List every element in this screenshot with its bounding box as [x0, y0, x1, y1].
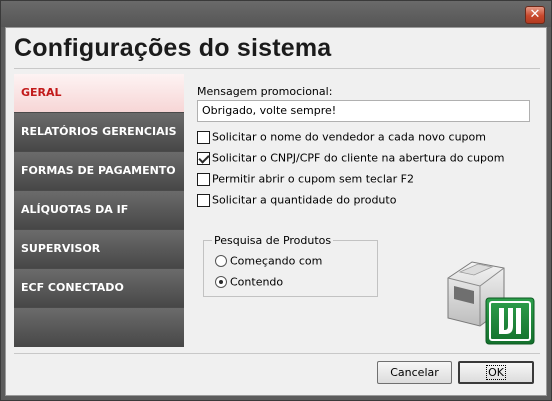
header-divider	[14, 68, 540, 69]
radio-row-contains[interactable]: Contendo	[215, 275, 283, 289]
radio-row-starts-with[interactable]: Começando com	[215, 254, 322, 268]
sidebar-item-label: GERAL	[21, 86, 62, 99]
close-button[interactable]: ✕	[525, 6, 545, 24]
sidebar-item-label: SUPERVISOR	[21, 242, 101, 255]
sidebar-filler	[14, 308, 184, 347]
sidebar-item-formas-de-pagamento[interactable]: FORMAS DE PAGAMENTO	[14, 152, 184, 190]
sidebar-item-supervisor[interactable]: SUPERVISOR	[14, 230, 184, 268]
checkbox-label: Solicitar a quantidade do produto	[212, 193, 397, 207]
checkbox[interactable]	[197, 193, 210, 207]
checkbox-checked[interactable]	[197, 151, 210, 165]
sidebar-item-geral[interactable]: GERAL	[14, 74, 184, 112]
checkbox-label: Permitir abrir o cupom sem teclar F2	[212, 172, 414, 186]
checkbox-row-vendor-name[interactable]: Solicitar o nome do vendedor a cada novo…	[197, 130, 486, 146]
promo-message-label: Mensagem promocional:	[197, 85, 333, 98]
promo-message-input[interactable]: Obrigado, volte sempre!	[197, 100, 530, 122]
checkbox-row-open-without-f2[interactable]: Permitir abrir o cupom sem teclar F2	[197, 172, 414, 188]
footer-divider	[14, 353, 540, 354]
sidebar-item-relatorios-gerenciais[interactable]: RELATÓRIOS GERENCIAIS	[14, 113, 184, 151]
dialog-body: Configurações do sistema GERAL RELATÓRIO…	[5, 27, 547, 396]
product-search-group-title: Pesquisa de Produtos	[212, 234, 334, 247]
checkbox-row-product-quantity[interactable]: Solicitar a quantidade do produto	[197, 193, 396, 209]
sidebar-item-label: ECF CONECTADO	[21, 281, 124, 294]
sidebar-item-ecf-conectado[interactable]: ECF CONECTADO	[14, 269, 184, 307]
radio-label: Contendo	[230, 275, 284, 289]
checkbox-row-cnpj-cpf[interactable]: Solicitar o CNPJ/CPF do cliente na abert…	[197, 151, 504, 167]
title-bar[interactable]: ✕	[1, 1, 551, 27]
checkbox-label: Solicitar o nome do vendedor a cada novo…	[212, 130, 486, 144]
settings-window: ✕ Configurações do sistema GERAL RELATÓR…	[0, 0, 552, 401]
sidebar-item-label: RELATÓRIOS GERENCIAIS	[21, 125, 177, 138]
ok-button-label: OK	[486, 365, 506, 380]
checkbox[interactable]	[197, 172, 210, 186]
close-icon: ✕	[529, 7, 541, 22]
page-title: Configurações do sistema	[14, 34, 332, 62]
sidebar-item-aliquotas-da-if[interactable]: ALÍQUOTAS DA IF	[14, 191, 184, 229]
ok-button[interactable]: OK	[458, 361, 534, 384]
printer-logo-icon	[442, 248, 540, 346]
radio-button-selected[interactable]	[215, 276, 227, 288]
sidebar-item-label: ALÍQUOTAS DA IF	[21, 203, 129, 216]
checkbox[interactable]	[197, 130, 210, 144]
sidebar-item-label: FORMAS DE PAGAMENTO	[21, 164, 176, 177]
cancel-button[interactable]: Cancelar	[377, 361, 452, 384]
checkbox-label: Solicitar o CNPJ/CPF do cliente na abert…	[212, 151, 505, 165]
product-search-group: Pesquisa de Produtos Começando com Conte…	[203, 234, 378, 297]
sidebar: GERAL RELATÓRIOS GERENCIAIS FORMAS DE PA…	[14, 74, 184, 347]
radio-button[interactable]	[215, 255, 227, 267]
radio-label: Começando com	[230, 254, 323, 268]
